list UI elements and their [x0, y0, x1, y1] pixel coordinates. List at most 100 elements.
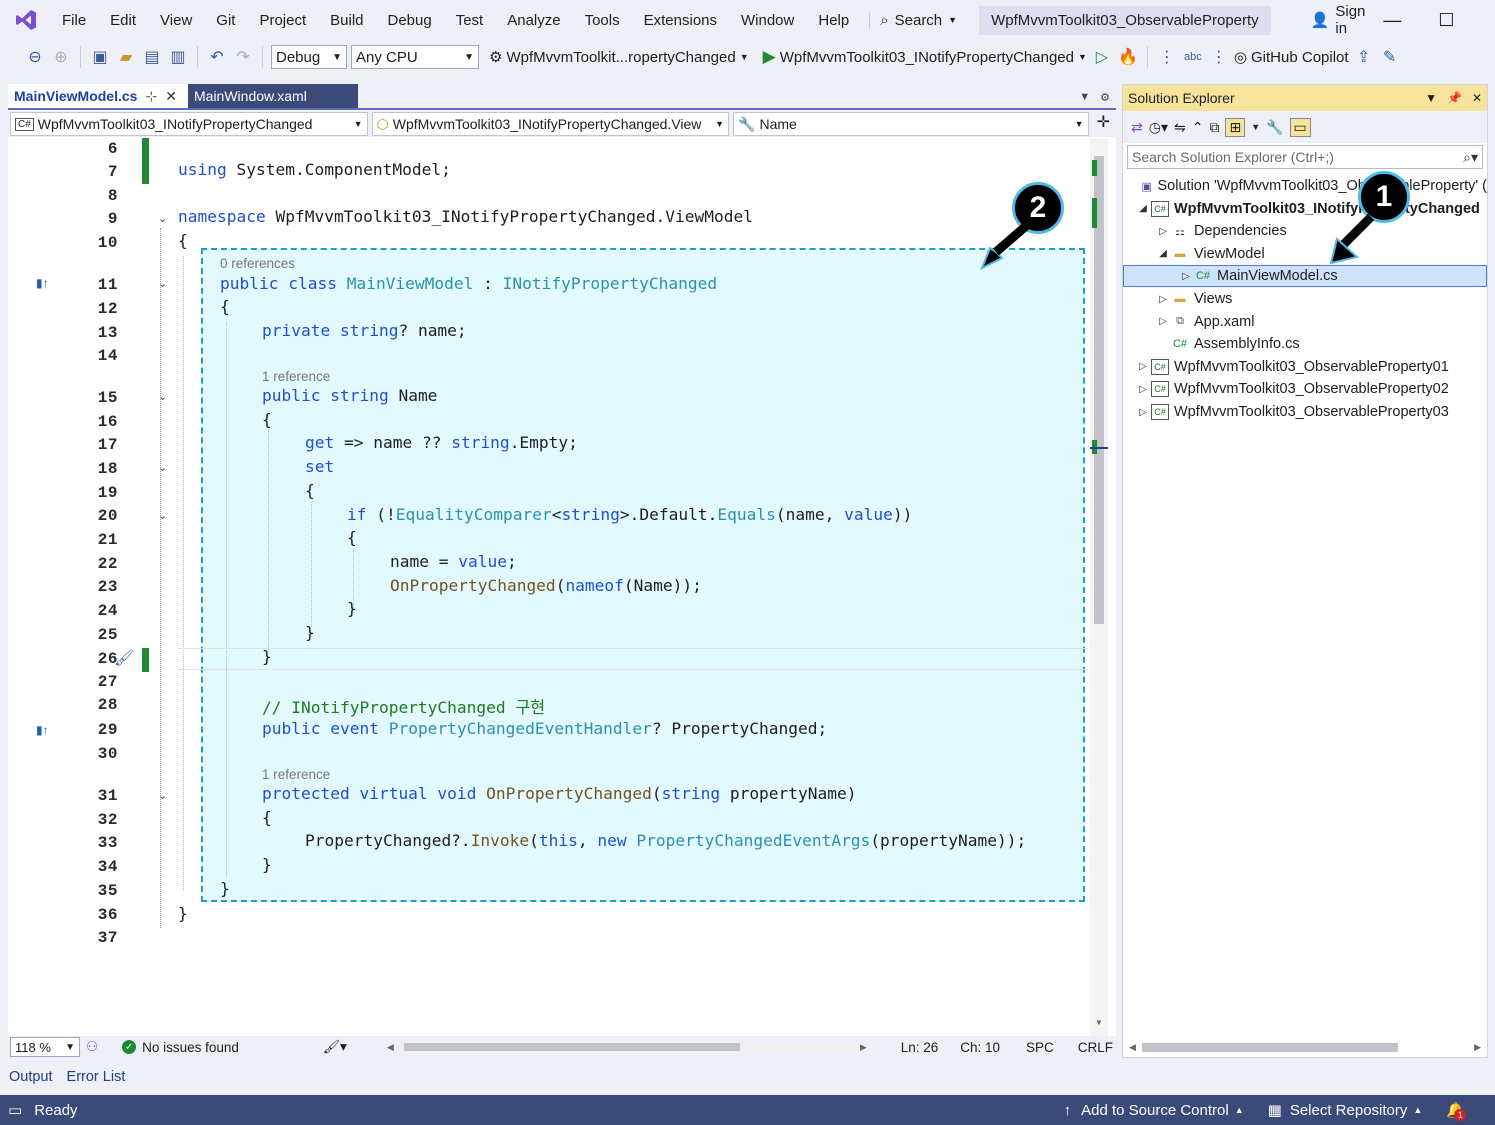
tree-item[interactable]: C# AssemblyInfo.cs — [1123, 333, 1487, 355]
maximize-icon[interactable]: ☐ — [1419, 10, 1473, 31]
menu-edit[interactable]: Edit — [98, 12, 148, 29]
new-project-icon[interactable]: ▣ — [89, 46, 111, 68]
scroll-right-icon[interactable]: ▶ — [860, 1042, 867, 1053]
implements-interface-icon[interactable]: ▮↑ — [36, 276, 49, 290]
visual-studio-logo-icon[interactable] — [14, 8, 38, 32]
add-to-source-control-button[interactable]: Add to Source Control — [1081, 1102, 1229, 1119]
tree-item[interactable]: ▷ ▬ Views — [1123, 288, 1487, 310]
tree-item[interactable]: ▷ ⧉ App.xaml — [1123, 311, 1487, 333]
copy-icon[interactable]: ⧉ — [1209, 119, 1219, 136]
collapse-icon[interactable]: ⌄ — [158, 212, 167, 225]
scrollbar-thumb[interactable] — [1141, 1042, 1398, 1052]
project-dropdown[interactable]: C# WpfMvvmToolkit03_INotifyPropertyChange… — [10, 112, 368, 136]
tree-item[interactable]: ▷ C# WpfMvvmToolkit03_ObservableProperty03 — [1123, 401, 1487, 423]
indent-status[interactable]: SPC — [1026, 1040, 1054, 1055]
panel-menu-icon[interactable]: ▼ — [1425, 91, 1437, 105]
zoom-dropdown[interactable]: 118 % ▼ — [10, 1037, 80, 1057]
scroll-down-icon[interactable]: ▼ — [1095, 1018, 1103, 1027]
configuration-dropdown[interactable]: Debug ▼ — [271, 45, 347, 69]
member-dropdown[interactable]: 🔧 Name ▼ — [733, 112, 1089, 136]
menu-help[interactable]: Help — [806, 12, 861, 29]
expand-toggle-icon[interactable]: ▷ — [1155, 294, 1171, 305]
tree-item[interactable]: ◢ C# WpfMvvmToolkit03_INotifyPropertyChang… — [1123, 198, 1487, 220]
tree-item[interactable]: ▷ C# MainViewModel.cs — [1123, 265, 1487, 288]
save-all-icon[interactable]: ▥ — [167, 46, 189, 68]
codelens-references[interactable]: 0 references — [220, 256, 295, 271]
pin-icon[interactable]: ⊹ — [145, 88, 157, 105]
menu-file[interactable]: File — [50, 12, 98, 29]
github-copilot-button[interactable]: ◎ GitHub Copilot — [1234, 48, 1349, 67]
issues-status[interactable]: No issues found — [142, 1040, 239, 1055]
implements-interface-icon[interactable]: ▮↑ — [36, 723, 49, 737]
quick-actions-icon[interactable]: 🖌 — [114, 648, 134, 668]
collapse-all-icon[interactable]: ⌃ — [1192, 119, 1204, 136]
platform-dropdown[interactable]: Any CPU ▼ — [351, 45, 479, 69]
tab-mainwindow[interactable]: MainWindow.xaml — [188, 84, 358, 108]
tree-item[interactable]: ▷ C# WpfMvvmToolkit03_ObservableProperty02 — [1123, 378, 1487, 400]
menu-build[interactable]: Build — [318, 12, 375, 29]
scrollbar-thumb[interactable] — [403, 1043, 740, 1051]
menu-tools[interactable]: Tools — [573, 12, 632, 29]
type-dropdown[interactable]: ⬡ WpfMvvmToolkit03_INotifyPropertyChanged… — [371, 112, 730, 136]
scroll-left-icon[interactable]: ◀ — [1129, 1042, 1136, 1053]
notifications-bell-icon[interactable]: 🔔1 — [1446, 1101, 1467, 1121]
split-view-icon[interactable]: ✛ — [1093, 112, 1114, 136]
forward-icon[interactable]: ⊕ — [50, 46, 72, 68]
tab-list-dropdown-icon[interactable]: ▼ — [1079, 91, 1090, 104]
minimize-icon[interactable]: — — [1365, 10, 1419, 31]
close-tab-icon[interactable]: ✕ — [165, 88, 177, 105]
startup-project-dropdown[interactable]: ⚙ WpfMvvmToolkit...ropertyChanged ▼ — [489, 48, 749, 67]
pending-changes-icon[interactable]: ◷▾ — [1149, 119, 1168, 136]
menu-project[interactable]: Project — [247, 12, 318, 29]
code-cleanup-icon[interactable]: 🖌▾ — [323, 1039, 347, 1055]
chevron-up-icon[interactable]: ▲ — [1235, 1105, 1244, 1115]
menu-window[interactable]: Window — [729, 12, 806, 29]
sign-in-button[interactable]: 👤 Sign in — [1311, 3, 1366, 37]
save-icon[interactable]: ▤ — [141, 46, 163, 68]
settings-gear-icon[interactable]: ⚙ — [1100, 91, 1110, 104]
show-all-files-icon[interactable]: ⊞ — [1225, 117, 1246, 137]
close-icon[interactable]: ✕ — [1472, 91, 1482, 105]
hot-reload-icon[interactable]: 🔥 — [1117, 46, 1139, 68]
back-icon[interactable]: ⊖ — [24, 46, 46, 68]
horizontal-scrollbar[interactable] — [399, 1042, 860, 1052]
expand-toggle-icon[interactable]: ▷ — [1155, 316, 1171, 327]
scroll-left-icon[interactable]: ◀ — [387, 1042, 394, 1053]
expand-toggle-icon[interactable]: ▷ — [1135, 407, 1151, 418]
undo-icon[interactable]: ↶ — [206, 46, 228, 68]
close-icon[interactable]: ✕ — [1473, 10, 1495, 31]
start-without-debugging-icon[interactable]: ▷ — [1091, 46, 1113, 68]
sync-icon[interactable]: ⇋ — [1174, 119, 1186, 136]
tab-error-list[interactable]: Error List — [67, 1069, 126, 1085]
vertical-scrollbar[interactable]: ▼ — [1090, 138, 1108, 1036]
tree-item[interactable]: ▣ Solution 'WpfMvvmToolkit03_ObservablePr… — [1123, 175, 1487, 197]
chevron-up-icon[interactable]: ▲ — [1413, 1105, 1422, 1115]
expand-toggle-icon[interactable]: ◢ — [1135, 203, 1151, 214]
menu-extensions[interactable]: Extensions — [632, 12, 729, 29]
tab-output[interactable]: Output — [9, 1069, 53, 1085]
expand-toggle-icon[interactable]: ▷ — [1135, 361, 1151, 372]
menu-test[interactable]: Test — [444, 12, 496, 29]
expand-toggle-icon[interactable]: ▷ — [1178, 271, 1194, 282]
feedback-icon[interactable]: ✎ — [1379, 46, 1401, 68]
preview-icon[interactable]: ▭ — [1289, 117, 1311, 137]
tree-item[interactable]: ▷ C# WpfMvvmToolkit03_ObservableProperty01 — [1123, 356, 1487, 378]
share-icon[interactable]: ⇪ — [1353, 46, 1375, 68]
menu-view[interactable]: View — [148, 12, 204, 29]
tree-item[interactable]: ▷ ⚏ Dependencies — [1123, 220, 1487, 242]
properties-wrench-icon[interactable]: 🔧 — [1266, 119, 1283, 136]
code-editor[interactable]: 6 7 8 9 10 11 12 13 14 15 16 17 18 19 20 21 22 23 24 25 26 27… — [8, 138, 1116, 1036]
se-horizontal-scrollbar[interactable]: ◀ ▶ — [1123, 1037, 1487, 1057]
codelens-references[interactable]: 1 reference — [262, 369, 330, 384]
chevron-down-icon[interactable]: ▼ — [1251, 122, 1260, 132]
menu-analyze[interactable]: Analyze — [495, 12, 572, 29]
menu-debug[interactable]: Debug — [376, 12, 444, 29]
menu-git[interactable]: Git — [204, 12, 247, 29]
step-icon[interactable]: ⋮ — [1208, 46, 1230, 68]
switch-views-icon[interactable]: ⇄ — [1131, 119, 1143, 136]
tab-mainviewmodel[interactable]: MainViewModel.cs ⊹ ✕ — [8, 84, 188, 108]
line-ending-status[interactable]: CRLF — [1078, 1040, 1113, 1055]
spell-check-icon[interactable]: abc — [1182, 46, 1204, 68]
align-icon[interactable]: ⋮ — [1156, 46, 1178, 68]
pin-icon[interactable]: 📌 — [1447, 91, 1462, 105]
